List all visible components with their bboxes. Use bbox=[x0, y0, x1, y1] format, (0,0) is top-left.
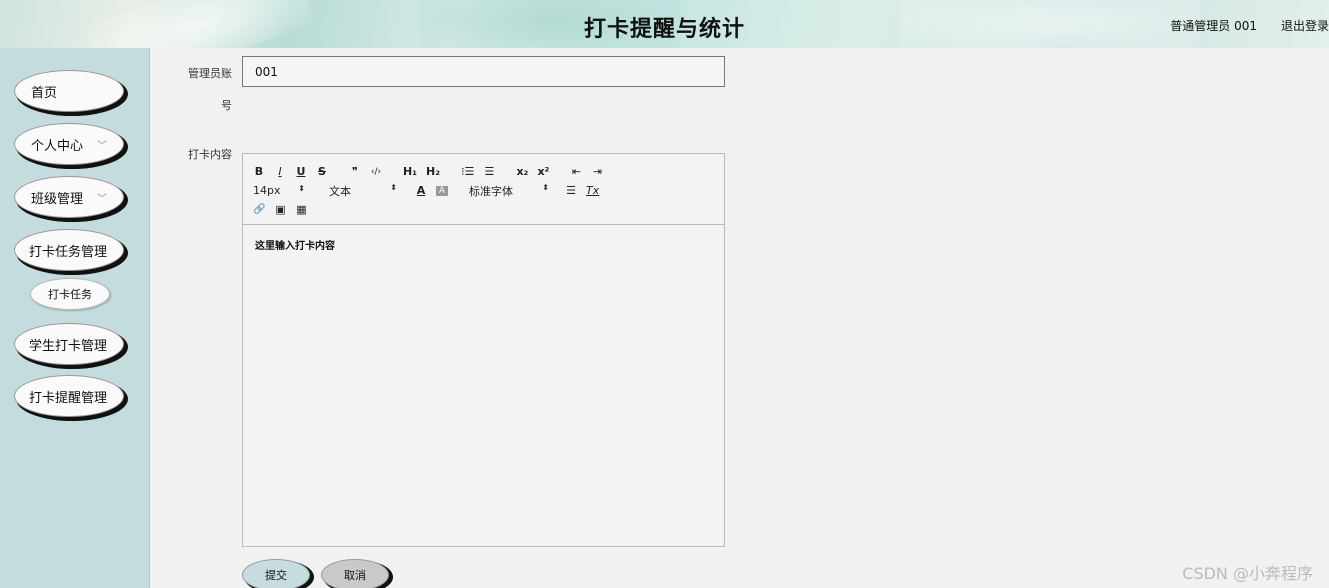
editor-toolbar: B I U S ❞ ‹/› H₁ H₂ ⁝☰ ☰ x₂ x² ⇤ ⇥ 14px … bbox=[243, 154, 724, 225]
heading2-button[interactable]: H₂ bbox=[426, 165, 440, 178]
italic-button[interactable]: I bbox=[274, 165, 286, 178]
content-label: 打卡内容 bbox=[188, 148, 232, 161]
account-label-line2: 号 bbox=[221, 99, 232, 112]
chevron-down-icon: ﹀ bbox=[97, 194, 107, 205]
font-size-select[interactable]: 14px ⬍ bbox=[253, 184, 317, 197]
ordered-list-icon[interactable]: ⁝☰ bbox=[461, 165, 474, 178]
quote-button[interactable]: ❞ bbox=[349, 165, 361, 178]
subscript-button[interactable]: x₂ bbox=[516, 165, 528, 178]
align-icon[interactable]: ☰ bbox=[565, 184, 577, 197]
strike-button[interactable]: S bbox=[316, 165, 328, 178]
sidebar-item-label: 打卡任务管理 bbox=[29, 244, 108, 260]
editor-placeholder: 这里输入打卡内容 bbox=[255, 241, 335, 252]
font-family-select[interactable]: 标准字体 ⬍ bbox=[469, 183, 549, 199]
sidebar: 首页 个人中心 ﹀ 班级管理 ﹀ 打卡任务管理 打卡任务 学生打卡管理 打卡提醒… bbox=[0, 48, 150, 588]
sidebar-subitem-checkin-task[interactable]: 打卡任务 bbox=[30, 278, 110, 310]
sidebar-item-checkin-reminder-management[interactable]: 打卡提醒管理 bbox=[14, 375, 124, 417]
outdent-icon[interactable]: ⇤ bbox=[570, 165, 582, 178]
image-icon[interactable]: ▣ bbox=[274, 203, 286, 216]
code-button[interactable]: ‹/› bbox=[370, 167, 382, 177]
editor-content-area[interactable]: 这里输入打卡内容 bbox=[243, 225, 724, 264]
top-header: 打卡提醒与统计 普通管理员 001 退出登录 bbox=[0, 0, 1329, 48]
bullet-list-icon[interactable]: ☰ bbox=[483, 165, 495, 178]
chevron-down-icon: ﹀ bbox=[97, 141, 107, 152]
sidebar-item-checkin-task-management[interactable]: 打卡任务管理 bbox=[14, 229, 124, 271]
current-user: 普通管理员 001 bbox=[1170, 19, 1257, 33]
sidebar-item-class-management[interactable]: 班级管理 ﹀ bbox=[14, 176, 124, 218]
sidebar-item-label: 个人中心 bbox=[31, 138, 84, 154]
sidebar-item-label: 班级管理 bbox=[31, 191, 84, 207]
video-icon[interactable]: ▦ bbox=[295, 203, 307, 216]
cancel-button[interactable]: 取消 bbox=[321, 559, 389, 588]
submit-button[interactable]: 提交 bbox=[242, 559, 310, 588]
sidebar-item-label: 首页 bbox=[31, 85, 58, 101]
bold-button[interactable]: B bbox=[253, 165, 265, 178]
heading1-button[interactable]: H₁ bbox=[403, 165, 417, 178]
sidebar-item-student-checkin-management[interactable]: 学生打卡管理 bbox=[14, 323, 124, 365]
select-arrow-icon: ⬍ bbox=[390, 182, 397, 192]
text-type-select[interactable]: 文本 ⬍ bbox=[329, 183, 397, 199]
watermark: CSDN @小奔程序 bbox=[1182, 564, 1313, 583]
logout-link[interactable]: 退出登录 bbox=[1281, 17, 1329, 34]
select-arrow-icon: ⬍ bbox=[542, 182, 549, 192]
clear-format-icon[interactable]: Tx bbox=[586, 184, 599, 197]
sidebar-subitem-label: 打卡任务 bbox=[48, 288, 92, 301]
rich-text-editor: B I U S ❞ ‹/› H₁ H₂ ⁝☰ ☰ x₂ x² ⇤ ⇥ 14px … bbox=[242, 153, 725, 547]
page-title: 打卡提醒与统计 bbox=[583, 17, 745, 42]
sidebar-item-profile[interactable]: 个人中心 ﹀ bbox=[14, 123, 124, 165]
account-label-line1: 管理员账 bbox=[188, 67, 232, 80]
sidebar-item-home[interactable]: 首页 bbox=[14, 70, 124, 112]
sidebar-item-label: 学生打卡管理 bbox=[29, 338, 108, 354]
superscript-button[interactable]: x² bbox=[537, 165, 549, 178]
account-input[interactable] bbox=[242, 56, 725, 87]
link-icon[interactable]: 🔗 bbox=[253, 204, 265, 215]
indent-icon[interactable]: ⇥ bbox=[591, 165, 603, 178]
underline-button[interactable]: U bbox=[295, 165, 307, 178]
sidebar-item-label: 打卡提醒管理 bbox=[29, 390, 108, 406]
background-color-icon[interactable]: A bbox=[436, 185, 448, 196]
font-color-icon[interactable]: A bbox=[415, 184, 427, 197]
select-arrow-icon: ⬍ bbox=[298, 184, 305, 193]
